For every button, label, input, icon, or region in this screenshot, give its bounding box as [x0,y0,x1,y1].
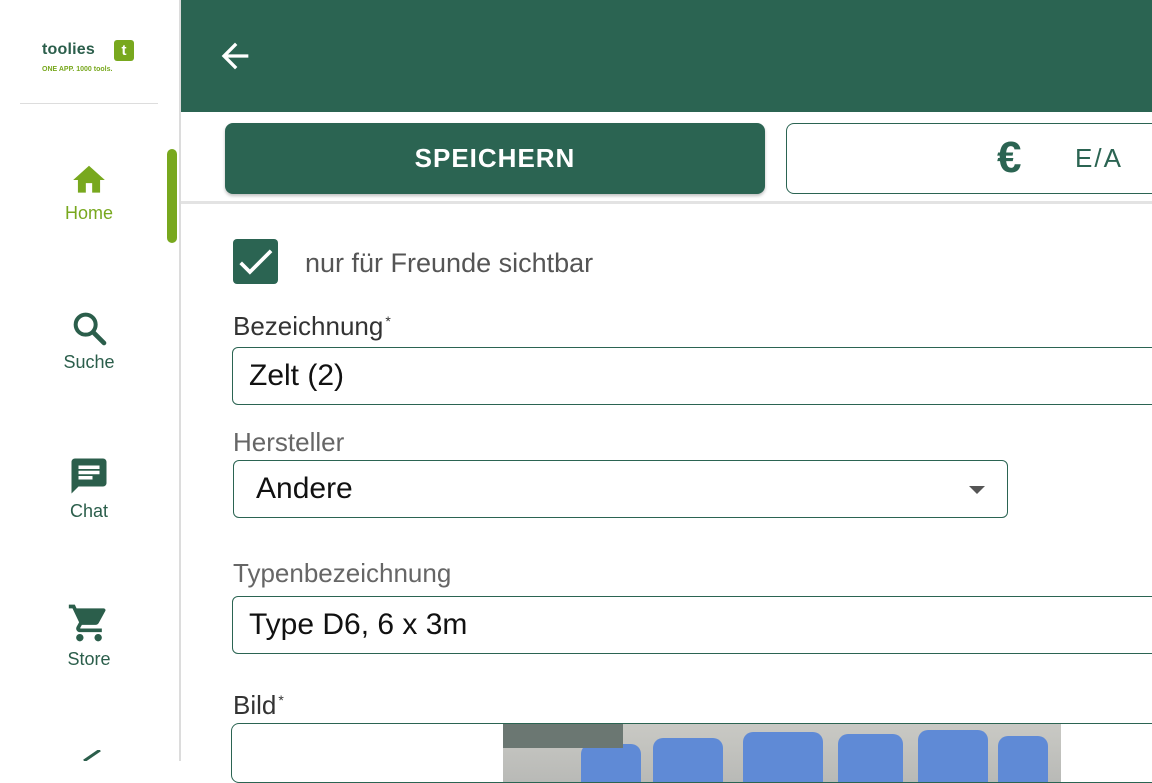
sidebar-item-label: Home [64,203,113,223]
typenbezeichnung-label: Typenbezeichnung [233,558,452,588]
logo-wordmark: toolies [42,41,95,58]
sidebar: toolies t ONE APP. 1000 tools. Home Such… [0,0,181,761]
top-app-bar [181,0,1152,112]
item-edit-form: nur für Freunde sichtbar Bezeichnung * Ze… [181,204,1152,783]
ea-label: E/A [1075,143,1123,173]
home-icon [73,165,105,193]
hersteller-select[interactable]: Andere [233,460,1008,518]
sidebar-item-label: Suche [63,352,115,372]
bezeichnung-label: Bezeichnung * [233,311,391,342]
required-mark: * [385,313,391,329]
euro-icon: € [997,133,1022,182]
bild-label: Bild * [233,690,284,721]
action-bar: SPEICHERN € E/A [181,112,1152,204]
arrow-left-icon [221,42,249,70]
ea-button[interactable]: € E/A [786,123,1152,194]
item-photo [503,724,1061,782]
back-button[interactable] [215,36,255,76]
image-upload-area[interactable] [231,723,1152,783]
bezeichnung-input[interactable]: Zelt (2) [232,347,1152,405]
partial-nav-icon [83,750,101,761]
typenbezeichnung-input[interactable]: Type D6, 6 x 3m [232,596,1152,654]
sidebar-item-chat[interactable]: Chat [0,455,178,551]
checkmark-icon [239,249,273,275]
sidebar-item-suche[interactable]: Suche [0,308,178,404]
sidebar-item-label: Chat [69,501,109,521]
cart-icon [68,604,106,642]
save-button[interactable]: SPEICHERN [225,123,765,194]
friends-only-label: nur für Freunde sichtbar [305,248,594,278]
logo-tagline: ONE APP. 1000 tools. [42,66,113,73]
active-nav-indicator [167,149,177,243]
hersteller-selected-value: Andere [256,472,353,505]
friends-only-checkbox[interactable] [233,239,278,284]
bild-label-text: Bild [233,690,277,720]
sidebar-item-store[interactable]: Store [0,601,178,697]
required-mark: * [278,692,284,708]
app-logo[interactable]: toolies t ONE APP. 1000 tools. [20,0,158,104]
hersteller-label: Hersteller [233,427,345,457]
sidebar-item-home[interactable]: Home [0,161,178,257]
logo-badge: t [114,40,134,61]
chat-icon [71,458,107,494]
bezeichnung-label-text: Bezeichnung [233,311,384,341]
search-icon [73,312,107,346]
sidebar-item-label: Store [67,649,111,669]
chevron-down-icon [969,486,985,494]
